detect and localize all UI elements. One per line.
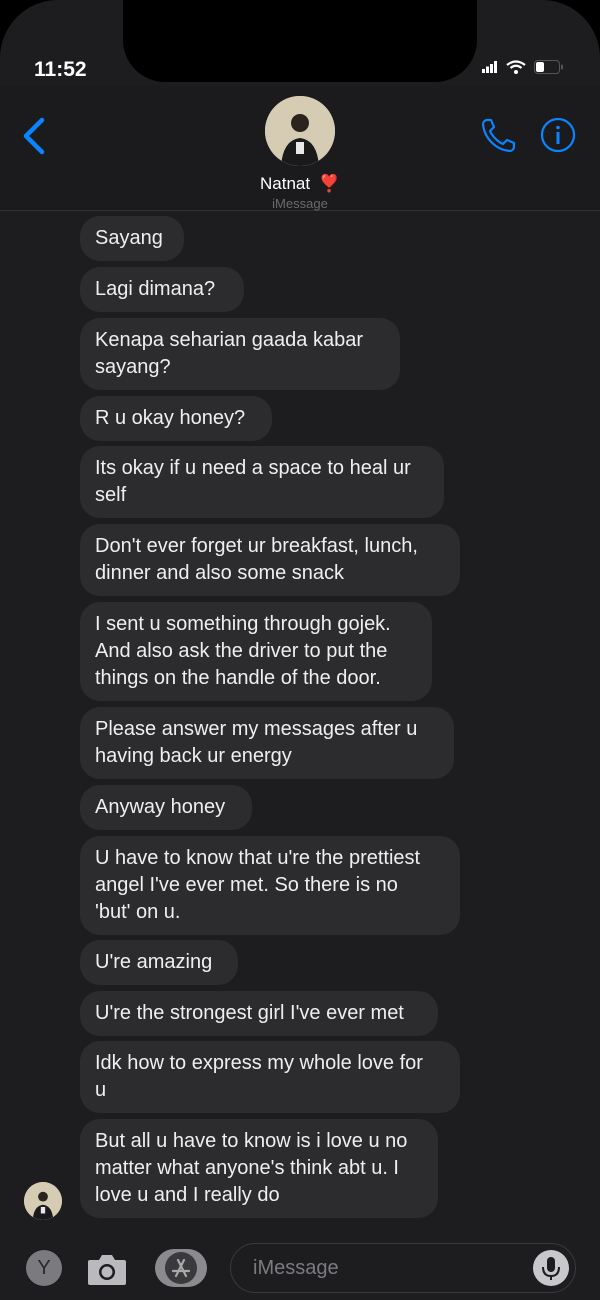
sender-avatar[interactable]: [24, 1182, 62, 1220]
message-line: U have to know that u're the prettiest: [95, 847, 421, 869]
message-line: Anyway honey: [95, 796, 226, 818]
message-line: dinner and also some snack: [95, 562, 345, 584]
message-bubble[interactable]: R u okay honey?: [80, 396, 272, 441]
phone-icon[interactable]: [480, 116, 518, 154]
signal-icon: [482, 61, 497, 73]
message-line: I sent u something through gojek.: [95, 613, 391, 635]
message-line: Sayang: [95, 227, 163, 249]
battery-icon: [534, 60, 563, 74]
message-bubble[interactable]: Its okay if u need a space to heal ur sel…: [80, 446, 444, 518]
contact-photo: [265, 96, 335, 166]
message-line: Lagi dimana?: [95, 278, 216, 300]
message-line: R u okay honey?: [95, 407, 246, 429]
message-bubble[interactable]: Kenapa seharian gaada kabar sayang?: [80, 318, 400, 390]
message-input[interactable]: iMessage: [230, 1243, 576, 1293]
message-line: angel I've ever met. So there is no: [95, 874, 398, 896]
input-bar: Y iMessage: [0, 1232, 600, 1300]
contact-name[interactable]: Natnat ❣️: [0, 174, 600, 194]
phone-screen: 11:52 Natnat ❣️ iMessage Sayang Lagi dim…: [0, 0, 600, 1300]
message-line: self: [95, 484, 127, 506]
message-bubble[interactable]: Lagi dimana?: [80, 267, 244, 312]
message-line: U're the strongest girl I've ever met: [95, 1002, 404, 1024]
message-bubble[interactable]: Don't ever forget ur breakfast, lunch, di…: [80, 524, 460, 596]
contact-name-text: Natnat: [260, 174, 311, 193]
message-line: U're amazing: [95, 951, 213, 973]
back-chevron-icon[interactable]: [20, 116, 48, 156]
message-line: sayang?: [95, 356, 171, 378]
message-bubble[interactable]: U're the strongest girl I've ever met: [80, 991, 438, 1036]
message-bubble[interactable]: I sent u something through gojek. And als…: [80, 602, 432, 701]
message-line: Its okay if u need a space to heal ur: [95, 457, 411, 479]
message-line: And also ask the driver to put the: [95, 640, 388, 662]
notch: [123, 0, 477, 82]
status-icons: [482, 60, 564, 74]
message-line: u: [95, 1079, 107, 1101]
message-line: Kenapa seharian gaada kabar: [95, 329, 363, 351]
message-bubble[interactable]: Please answer my messages after u having …: [80, 707, 454, 779]
app-store-icon: [165, 1252, 197, 1284]
sender-photo: [24, 1182, 62, 1220]
service-label: iMessage: [272, 196, 328, 211]
heart-emoji: ❣️: [318, 174, 340, 193]
conversation-header: Natnat ❣️: [0, 86, 600, 211]
status-time: 11:52: [34, 58, 87, 81]
message-bubble[interactable]: But all u have to know is i love u no mat…: [80, 1119, 438, 1218]
message-line: having back ur energy: [95, 745, 292, 767]
message-line: But all u have to know is i love u no: [95, 1130, 408, 1152]
memoji-apps-button[interactable]: Y: [26, 1250, 62, 1286]
contact-avatar[interactable]: [265, 96, 335, 166]
app-store-button[interactable]: [155, 1249, 207, 1287]
message-line: Please answer my messages after u: [95, 718, 418, 740]
message-bubble[interactable]: U have to know that u're the prettiest an…: [80, 836, 460, 935]
camera-icon[interactable]: [86, 1250, 128, 1288]
message-bubble[interactable]: Anyway honey: [80, 785, 252, 830]
microphone-icon: [542, 1257, 560, 1280]
message-bubble[interactable]: Sayang: [80, 216, 184, 261]
message-line: Don't ever forget ur breakfast, lunch,: [95, 535, 418, 557]
message-line: 'but' on u.: [95, 901, 181, 923]
info-icon[interactable]: [540, 117, 576, 153]
message-bubble[interactable]: U're amazing: [80, 940, 238, 985]
message-line: matter what anyone's think abt u. I: [95, 1157, 399, 1179]
microphone-button[interactable]: [533, 1250, 569, 1286]
wifi-icon: [506, 60, 526, 74]
message-input-placeholder: iMessage: [253, 1257, 339, 1279]
message-line: love u and I really do: [95, 1184, 280, 1206]
message-bubble[interactable]: Idk how to express my whole love for u: [80, 1041, 460, 1113]
message-line: Idk how to express my whole love for: [95, 1052, 423, 1074]
message-line: things on the handle of the door.: [95, 667, 381, 689]
